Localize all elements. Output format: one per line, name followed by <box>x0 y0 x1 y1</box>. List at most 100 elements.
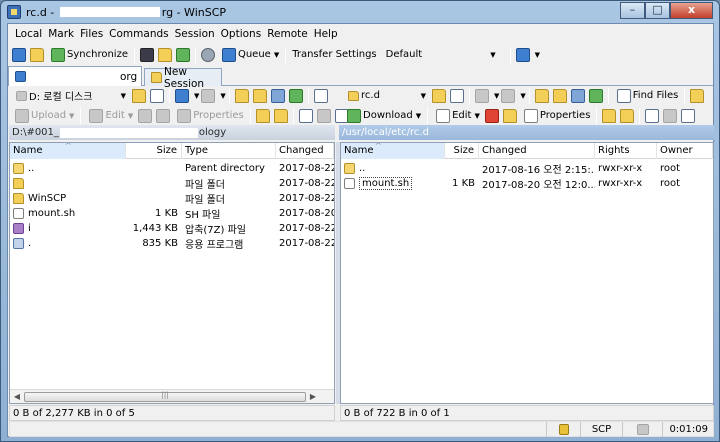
right-filter-icon[interactable] <box>450 88 464 103</box>
transfer-settings-combo[interactable]: Default ▼ <box>382 47 500 63</box>
minimize-button[interactable]: – <box>620 2 645 19</box>
right-unselect-icon[interactable] <box>663 108 678 123</box>
left-col-changed[interactable]: Changed <box>276 143 334 159</box>
preferences-gear-icon[interactable] <box>200 47 215 62</box>
sync-browse-icon[interactable] <box>30 47 44 62</box>
left-col-type[interactable]: Type <box>182 143 276 159</box>
upload-button[interactable]: Upload ▼ <box>10 106 77 125</box>
keep-remote-uptodate-icon[interactable] <box>175 47 190 62</box>
left-root-dir-icon[interactable] <box>252 88 267 103</box>
right-new-file-icon[interactable] <box>620 108 635 123</box>
chevron-down-icon[interactable]: ▼ <box>194 92 199 100</box>
menu-mark[interactable]: Mark <box>45 28 77 40</box>
synchronize-button[interactable]: Synchronize <box>46 45 131 64</box>
menu-files[interactable]: Files <box>77 28 106 40</box>
right-col-rights[interactable]: Rights <box>595 143 657 159</box>
chevron-down-icon[interactable]: ▼ <box>535 51 540 59</box>
right-col-owner[interactable]: Owner <box>657 143 713 159</box>
right-new-folder-icon[interactable] <box>602 108 617 123</box>
right-root-dir-icon[interactable] <box>552 88 567 103</box>
right-forward-arrow-icon[interactable] <box>501 88 516 103</box>
folder-icon <box>13 178 24 189</box>
left-select-icon[interactable] <box>298 108 313 123</box>
right-properties-button[interactable]: Properties <box>519 106 594 125</box>
left-refresh-icon[interactable] <box>288 88 303 103</box>
left-filter-icon[interactable] <box>150 88 164 103</box>
chevron-down-icon[interactable]: ▼ <box>494 92 499 100</box>
left-rename-icon[interactable] <box>156 108 171 123</box>
left-scroll-thumb[interactable] <box>24 391 306 402</box>
table-row[interactable]: mount.sh 1 KB SH 파일 2017-08-20 <box>10 206 334 221</box>
right-home-icon[interactable] <box>570 88 585 103</box>
left-edit-button[interactable]: Edit ▼ <box>84 106 136 125</box>
table-row[interactable]: 파일 폴더 2017-08-22 <box>10 176 334 191</box>
right-col-name[interactable]: Name ^ <box>341 143 445 159</box>
right-col-size[interactable]: Size <box>445 143 479 159</box>
left-properties-button[interactable]: Properties <box>172 106 247 125</box>
right-delete-icon[interactable] <box>484 108 499 123</box>
new-session-icon <box>151 72 162 83</box>
left-open-dir-icon[interactable] <box>132 88 146 103</box>
menu-remote[interactable]: Remote <box>264 28 311 40</box>
left-forward-arrow-icon[interactable] <box>201 88 216 103</box>
right-row-name: .. <box>341 163 445 174</box>
table-row[interactable]: mount.sh 1 KB 2017-08-20 오전 12:0... rwxr-xr… <box>341 176 713 191</box>
terminal-icon[interactable] <box>139 47 154 62</box>
left-find-icon[interactable] <box>313 88 328 103</box>
menu-options[interactable]: Options <box>218 28 265 40</box>
right-open-dir-icon[interactable] <box>432 88 446 103</box>
synchronize-icon <box>51 47 65 62</box>
menu-help[interactable]: Help <box>311 28 341 40</box>
chevron-down-icon[interactable]: ▼ <box>520 92 525 100</box>
globe-icon[interactable] <box>515 47 530 62</box>
scroll-right-icon[interactable]: ▶ <box>306 390 320 404</box>
left-home-icon[interactable] <box>270 88 285 103</box>
maximize-button[interactable]: □ <box>645 2 670 19</box>
right-file-list[interactable]: Name ^ Size Changed Rights Owner .. 2017-… <box>340 142 714 404</box>
tab-current-session[interactable]: org <box>8 66 142 86</box>
table-row[interactable]: i 1,443 KB 압축(7Z) 파일 2017-08-22 <box>10 221 334 236</box>
table-row[interactable]: . 835 KB 응용 프로그램 2017-08-22 <box>10 236 334 251</box>
chevron-down-icon: ▼ <box>273 50 280 59</box>
chevron-down-icon[interactable]: ▼ <box>220 92 225 100</box>
putty-icon[interactable] <box>157 47 172 62</box>
tab-new-session[interactable]: New Session <box>144 66 222 90</box>
right-tree-icon[interactable] <box>690 88 705 103</box>
right-dir-combo[interactable]: rc.d ▼ <box>342 88 430 104</box>
menu-local[interactable]: Local <box>12 28 45 40</box>
right-back-arrow-icon[interactable] <box>475 88 489 103</box>
right-rename-icon[interactable] <box>502 108 517 123</box>
find-files-button[interactable]: Find Files <box>612 86 682 105</box>
right-select-icon[interactable] <box>645 108 660 123</box>
right-edit-button[interactable]: Edit ▼ <box>431 106 483 125</box>
left-drive-combo[interactable]: D: 로컬 디스크 ▼ <box>10 88 130 104</box>
right-select-all-icon[interactable] <box>681 108 696 123</box>
download-button[interactable]: Download ▼ <box>342 106 424 125</box>
left-delete-icon[interactable] <box>138 108 153 123</box>
winscp-app-icon[interactable] <box>7 5 21 19</box>
left-back-arrow-icon[interactable] <box>175 88 189 103</box>
menu-commands[interactable]: Commands <box>106 28 171 40</box>
right-refresh-icon[interactable] <box>588 88 603 103</box>
left-parent-dir-icon[interactable] <box>234 88 249 103</box>
left-unselect-icon[interactable] <box>316 108 331 123</box>
title-bar[interactable]: rc.d - rg - WinSCP – □ x <box>1 1 719 23</box>
close-button[interactable]: x <box>670 2 713 19</box>
left-new-file-icon[interactable] <box>273 108 288 123</box>
right-parent-dir-icon[interactable] <box>534 88 549 103</box>
left-new-folder-icon[interactable] <box>255 108 270 123</box>
left-horizontal-scrollbar[interactable]: ◀ ▶ <box>10 389 334 403</box>
left-col-size[interactable]: Size <box>126 143 182 159</box>
session-name-redaction <box>28 70 120 83</box>
right-col-changed[interactable]: Changed <box>479 143 595 159</box>
table-row[interactable]: .. 2017-08-16 오전 2:15:... rwxr-xr-x root <box>341 161 713 176</box>
table-row[interactable]: .. Parent directory 2017-08-22 <box>10 161 334 176</box>
scroll-left-icon[interactable]: ◀ <box>10 390 24 404</box>
left-rows: .. Parent directory 2017-08-22 파일 폴더 2017-08… <box>10 161 334 251</box>
queue-button[interactable]: Queue ▼ <box>217 45 282 64</box>
left-file-list[interactable]: Name ^ Size Type Changed .. Parent direct… <box>9 142 335 404</box>
compare-dirs-icon[interactable] <box>12 47 26 62</box>
menu-session[interactable]: Session <box>172 28 218 40</box>
left-col-name[interactable]: Name ^ <box>10 143 126 159</box>
table-row[interactable]: WinSCP 파일 폴더 2017-08-22 <box>10 191 334 206</box>
